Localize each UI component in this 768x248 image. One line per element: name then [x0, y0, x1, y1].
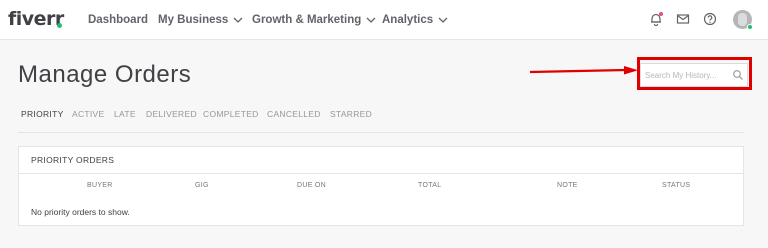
orders-table-card: PRIORITY ORDERS BUYER GIG DUE ON TOTAL N… [18, 146, 744, 226]
tab-late[interactable]: LATE [114, 109, 136, 119]
chevron-down-icon [438, 17, 448, 23]
logo-dot [57, 23, 62, 28]
column-header-due-on: DUE ON [297, 182, 327, 189]
tab-starred[interactable]: STARRED [330, 109, 372, 119]
nav-dashboard[interactable]: Dashboard [88, 13, 148, 27]
column-header-status: STATUS [662, 182, 691, 189]
tabs-divider [18, 132, 744, 133]
fiverr-logo[interactable]: fiverr [8, 9, 64, 29]
nav-analytics[interactable]: Analytics [382, 13, 448, 27]
card-divider [19, 173, 743, 174]
empty-state-message: No priority orders to show. [31, 207, 130, 217]
page-title: Manage Orders [18, 61, 192, 88]
chevron-down-icon [233, 17, 243, 23]
online-status-dot [747, 24, 753, 30]
chevron-down-icon [366, 17, 376, 23]
envelope-icon[interactable] [676, 12, 690, 26]
annotation-arrow [529, 66, 638, 75]
tab-cancelled[interactable]: CANCELLED [267, 109, 321, 119]
column-header-note: NOTE [557, 182, 578, 189]
nav-growth-marketing[interactable]: Growth & Marketing [252, 13, 376, 27]
tab-delivered[interactable]: DELIVERED [146, 109, 197, 119]
column-header-buyer: BUYER [87, 182, 113, 189]
column-header-total: TOTAL [418, 182, 442, 189]
notification-badge [659, 12, 663, 16]
annotation-highlight-box [637, 57, 752, 90]
help-icon[interactable] [703, 12, 717, 26]
tab-priority[interactable]: PRIORITY [21, 109, 64, 119]
card-title: PRIORITY ORDERS [31, 155, 115, 165]
nav-my-business[interactable]: My Business [158, 13, 243, 27]
tab-completed[interactable]: COMPLETED [203, 109, 259, 119]
tab-active[interactable]: ACTIVE [72, 109, 105, 119]
top-navigation: fiverr Dashboard My Business Growth & Ma… [0, 0, 768, 40]
column-header-gig: GIG [195, 182, 209, 189]
